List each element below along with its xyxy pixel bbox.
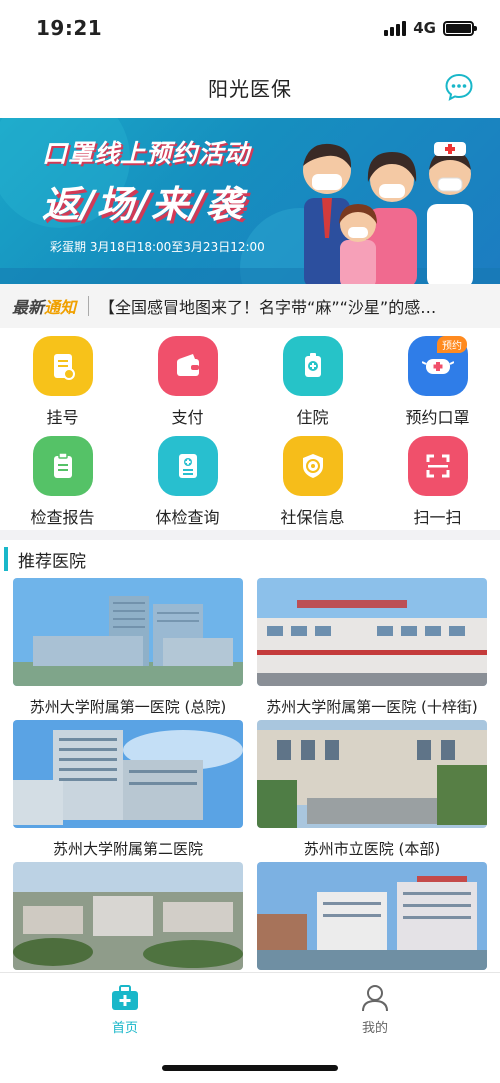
grid-item-social-security[interactable]: 社保信息 (250, 428, 375, 528)
tab-mine[interactable]: 我的 (325, 983, 425, 1036)
hospital-photo (257, 578, 487, 686)
medical-kit-icon (112, 985, 138, 1010)
hospital-card-grid: 苏州大学附属第一医院 (总院) 苏州大学附属第一医院 (十梓街) 苏州大学附属第… (0, 578, 500, 972)
grid-label-social-security: 社保信息 (280, 508, 345, 527)
grid-label-inpatient: 住院 (296, 408, 329, 427)
hospital-photo (13, 862, 243, 970)
section-header: 推荐医院 (0, 540, 500, 578)
banner-text: 口罩线上预约活动 返/场/来/袭 彩蛋期 3月18日18:00至3月23日12:… (42, 134, 265, 255)
hospital-card[interactable]: 苏州市立医院 (本部) (257, 720, 487, 862)
grid-label-exam-report: 检查报告 (30, 508, 95, 527)
hospital-photo (257, 862, 487, 970)
hospital-name: 苏州大学附属第一医院 (总院) (29, 698, 227, 716)
hospital-card[interactable] (257, 862, 487, 972)
reservation-badge: 预约 (437, 336, 467, 353)
notice-tag: 最新通知 (12, 294, 76, 318)
status-time: 19:21 (36, 16, 103, 40)
notice-tag-suffix: 通知 (44, 298, 77, 317)
promo-banner[interactable]: 口罩线上预约活动 返/场/来/袭 彩蛋期 3月18日18:00至3月23日12:… (0, 118, 500, 284)
bottom-tab-bar: 首页 我的 (0, 972, 500, 1083)
checkup-doc-icon (157, 436, 218, 496)
user-icon (362, 985, 388, 1012)
function-grid: 挂号 支付 住院 预约 预约口罩 检查报告 体检查询 社保信息 扫一扫 (0, 328, 500, 530)
grid-item-exam-report[interactable]: 检查报告 (0, 428, 125, 528)
hospital-name: 苏州市立医院 (本部) (303, 840, 441, 858)
page-title: 阳光医保 (208, 76, 292, 101)
grid-item-inpatient[interactable]: 住院 (250, 328, 375, 428)
banner-slogan: 返/场/来/袭 (42, 183, 245, 226)
notice-divider (88, 296, 90, 316)
hospital-name: 苏州大学附属第一医院 (十梓街) (266, 698, 478, 716)
banner-date-range: 彩蛋期 3月18日18:00至3月23日12:00 (50, 240, 265, 254)
hospital-photo (257, 720, 487, 828)
social-security-icon (282, 436, 343, 496)
status-indicators: 4G (384, 19, 477, 37)
tab-mine-label: 我的 (361, 1021, 388, 1036)
notice-bar[interactable]: 最新通知 【全国感冒地图来了！名字带“麻”“沙星”的感… (0, 284, 500, 328)
tab-home[interactable]: 首页 (75, 983, 175, 1036)
notice-tag-prefix: 最新 (12, 298, 45, 317)
grid-label-register: 挂号 (46, 408, 79, 427)
home-indicator (162, 1065, 338, 1071)
grid-label-mask-reservation: 预约口罩 (405, 408, 470, 427)
grid-item-scan[interactable]: 扫一扫 (375, 428, 500, 528)
wallet-icon (157, 336, 218, 396)
grid-label-checkup-query: 体检查询 (155, 508, 220, 527)
grid-item-payment[interactable]: 支付 (125, 328, 250, 428)
section-accent-bar (4, 547, 8, 571)
grid-item-mask-reservation[interactable]: 预约 预约口罩 (375, 328, 500, 428)
hospital-card[interactable]: 苏州大学附属第一医院 (总院) (13, 578, 243, 720)
hospital-photo (13, 578, 243, 686)
status-bar: 19:21 4G (0, 0, 500, 56)
scan-icon (407, 436, 468, 496)
message-icon[interactable] (444, 72, 474, 102)
hospital-card[interactable]: 苏州大学附属第二医院 (13, 720, 243, 862)
grid-label-scan: 扫一扫 (413, 508, 462, 527)
signal-icon (384, 20, 407, 36)
tab-home-label: 首页 (111, 1021, 138, 1036)
hospital-badge-icon (282, 336, 343, 396)
hospital-name: 苏州大学附属第二医院 (52, 840, 203, 858)
grid-label-payment: 支付 (171, 408, 204, 427)
notice-text[interactable]: 【全国感冒地图来了！名字带“麻”“沙星”的感… (99, 294, 469, 318)
network-label: 4G (413, 19, 436, 37)
section-title: 推荐医院 (18, 551, 86, 572)
battery-icon (443, 20, 477, 36)
recommended-hospitals: 推荐医院 苏州大学附属第一医院 (总院) 苏州大学附属第一医院 (十梓街) 苏州… (0, 540, 500, 972)
nav-bar: 阳光医保 (0, 56, 500, 118)
banner-headline: 口罩线上预约活动 (42, 139, 251, 168)
register-doc-icon (32, 336, 93, 396)
hospital-card[interactable]: 苏州大学附属第一医院 (十梓街) (257, 578, 487, 720)
cartoon-people-illustration (303, 142, 473, 284)
report-clipboard-icon (32, 436, 93, 496)
grid-item-checkup-query[interactable]: 体检查询 (125, 428, 250, 528)
grid-item-register[interactable]: 挂号 (0, 328, 125, 428)
hospital-photo (13, 720, 243, 828)
hospital-card[interactable] (13, 862, 243, 972)
